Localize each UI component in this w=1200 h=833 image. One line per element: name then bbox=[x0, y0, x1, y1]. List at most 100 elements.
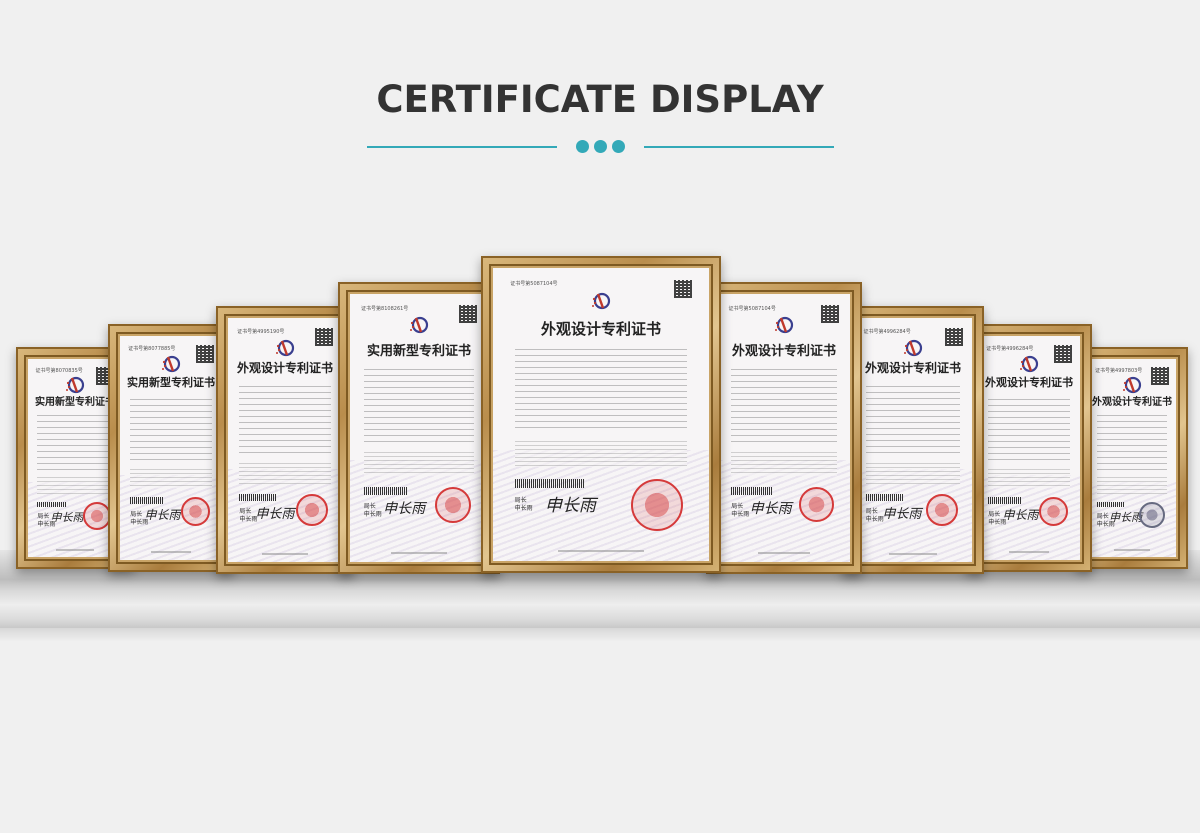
certificate-paragraph bbox=[514, 437, 688, 468]
official-seal-icon bbox=[180, 497, 210, 527]
qr-code-icon bbox=[821, 304, 840, 323]
patent-office-logo-icon bbox=[276, 339, 295, 356]
certificate-serial: 证书号第5087104号 bbox=[510, 280, 558, 287]
certificate-paper: 证书号第5087104号 外观设计专利证书 局长 申长雨 申长雨 bbox=[718, 294, 850, 562]
certificate-serial: 证书号第4995190号 bbox=[237, 328, 285, 335]
signature: 申长雨 bbox=[383, 500, 426, 517]
patent-office-logo-icon bbox=[1020, 355, 1039, 373]
certificate-serial: 证书号第4996284号 bbox=[863, 328, 911, 335]
certificate-serial: 证书号第4996284号 bbox=[986, 345, 1034, 352]
qr-code-icon bbox=[314, 327, 333, 346]
official-seal-icon bbox=[1139, 501, 1166, 528]
certificate-frame[interactable]: 证书号第4995190号 外观设计专利证书 局长 申长雨 申长雨 bbox=[216, 306, 354, 574]
certificate-frame[interactable]: 证书号第5087104号 外观设计专利证书 局长 申长雨 申长雨 bbox=[706, 282, 862, 574]
certificate-details bbox=[514, 344, 688, 433]
certificate-frame[interactable]: 证书号第4996284号 外观设计专利证书 局长 申长雨 申长雨 bbox=[966, 324, 1092, 572]
dot-icon bbox=[576, 140, 589, 153]
barcode-icon bbox=[731, 486, 774, 495]
footer-line bbox=[150, 551, 192, 554]
official-seal-icon bbox=[82, 501, 111, 530]
certificate-paper: 证书号第4996284号 外观设计专利证书 局长 申长雨 申长雨 bbox=[854, 318, 972, 562]
certificate-details bbox=[988, 394, 1070, 462]
certificate-paragraph bbox=[239, 459, 331, 484]
certificate-serial: 证书号第8077885号 bbox=[128, 345, 176, 352]
footer-line bbox=[557, 550, 645, 553]
barcode-icon bbox=[130, 497, 163, 504]
certificate-paragraph bbox=[731, 449, 837, 477]
barcode-icon bbox=[363, 486, 408, 495]
certificate-serial: 证书号第8108261号 bbox=[361, 305, 409, 312]
heading-divider-left bbox=[367, 146, 557, 148]
barcode-icon bbox=[988, 497, 1021, 504]
footer-line bbox=[757, 551, 811, 554]
patent-office-logo-icon bbox=[775, 317, 794, 334]
signature-label: 局长 申长雨 bbox=[731, 503, 750, 519]
qr-code-icon bbox=[1150, 366, 1169, 385]
certificate-paper: 证书号第4997803号 外观设计专利证书 局长 申长雨 申长雨 bbox=[1088, 359, 1176, 557]
barcode-icon bbox=[239, 493, 276, 501]
certificate-details bbox=[731, 363, 837, 445]
official-seal-icon bbox=[631, 478, 684, 531]
qr-code-icon bbox=[458, 304, 477, 323]
dot-icon bbox=[612, 140, 625, 153]
certificate-frame[interactable]: 证书号第8108261号实用新型专利证书 局长 申长雨 申长雨 bbox=[338, 282, 500, 574]
certificate-details bbox=[239, 381, 331, 455]
patent-office-logo-icon bbox=[162, 355, 181, 373]
certificate-details bbox=[37, 410, 113, 470]
patent-office-logo-icon bbox=[410, 317, 429, 334]
certificate-details bbox=[130, 394, 212, 462]
barcode-icon bbox=[37, 501, 68, 508]
certificate-paragraph bbox=[1096, 473, 1168, 494]
certificate-paragraph bbox=[130, 465, 212, 489]
signature: 申长雨 bbox=[1002, 508, 1039, 523]
certificate-paper: 证书号第4995190号 外观设计专利证书 局长 申长雨 申长雨 bbox=[228, 318, 342, 562]
signature-label: 局长 申长雨 bbox=[363, 503, 382, 519]
certificate-paragraph bbox=[363, 449, 475, 477]
official-seal-icon bbox=[296, 493, 329, 526]
shelf-shadow bbox=[0, 628, 1200, 642]
dot-icon bbox=[594, 140, 607, 153]
patent-office-logo-icon bbox=[592, 293, 611, 310]
footer-line bbox=[56, 549, 94, 552]
certificate-title: 实用新型专利证书 bbox=[366, 343, 471, 359]
signature: 申长雨 bbox=[255, 507, 295, 523]
signature: 申长雨 bbox=[749, 500, 792, 517]
footer-line bbox=[889, 552, 937, 555]
certificate-paper: 证书号第5087104号外观设计专利证书局长 申长雨 申长雨 bbox=[493, 268, 709, 561]
official-seal-icon bbox=[799, 486, 835, 522]
certificate-details bbox=[1096, 410, 1168, 470]
certificate-title: 外观设计专利证书 bbox=[985, 376, 1073, 390]
certificate-frame[interactable]: 证书号第4997803号 外观设计专利证书 局长 申长雨 申长雨 bbox=[1076, 347, 1188, 569]
certificate-paragraph bbox=[988, 465, 1070, 489]
certificate-paper: 证书号第8108261号实用新型专利证书 局长 申长雨 申长雨 bbox=[350, 294, 488, 562]
page-heading: CERTIFICATE DISPLAY bbox=[376, 78, 824, 121]
certificate-paragraph bbox=[865, 459, 961, 484]
signature: 申长雨 bbox=[882, 507, 922, 523]
barcode-icon bbox=[1096, 501, 1125, 508]
certificate-title: 实用新型专利证书 bbox=[127, 376, 215, 390]
heading-divider-right bbox=[644, 146, 834, 148]
certificate-title: 外观设计专利证书 bbox=[236, 361, 333, 376]
certificate-details bbox=[865, 381, 961, 455]
signature-label: 局长 申长雨 bbox=[514, 496, 533, 512]
certificate-details bbox=[363, 363, 475, 445]
certificate-title: 外观设计专利证书 bbox=[864, 361, 961, 376]
barcode-icon bbox=[514, 478, 584, 488]
certificate-paper: 证书号第8077885号 实用新型专利证书 局长 申长雨 申长雨 bbox=[120, 336, 222, 560]
qr-code-icon bbox=[195, 344, 214, 363]
certificate-frame[interactable]: 证书号第5087104号外观设计专利证书局长 申长雨 申长雨 bbox=[481, 256, 721, 573]
heading-dots bbox=[576, 140, 626, 154]
signature: 申长雨 bbox=[544, 495, 596, 516]
footer-line bbox=[391, 551, 447, 554]
qr-code-icon bbox=[944, 327, 963, 346]
footer-line bbox=[262, 552, 308, 555]
official-seal-icon bbox=[925, 493, 958, 526]
patent-office-logo-icon bbox=[904, 339, 923, 356]
qr-code-icon bbox=[1053, 344, 1072, 363]
certificate-title: 外观设计专利证书 bbox=[540, 319, 661, 338]
signature: 申长雨 bbox=[50, 511, 84, 525]
qr-code-icon bbox=[673, 279, 692, 298]
certificate-title: 外观设计专利证书 bbox=[1092, 396, 1172, 408]
certificate-title: 外观设计专利证书 bbox=[731, 343, 836, 359]
certificate-frame[interactable]: 证书号第4996284号 外观设计专利证书 局长 申长雨 申长雨 bbox=[842, 306, 984, 574]
